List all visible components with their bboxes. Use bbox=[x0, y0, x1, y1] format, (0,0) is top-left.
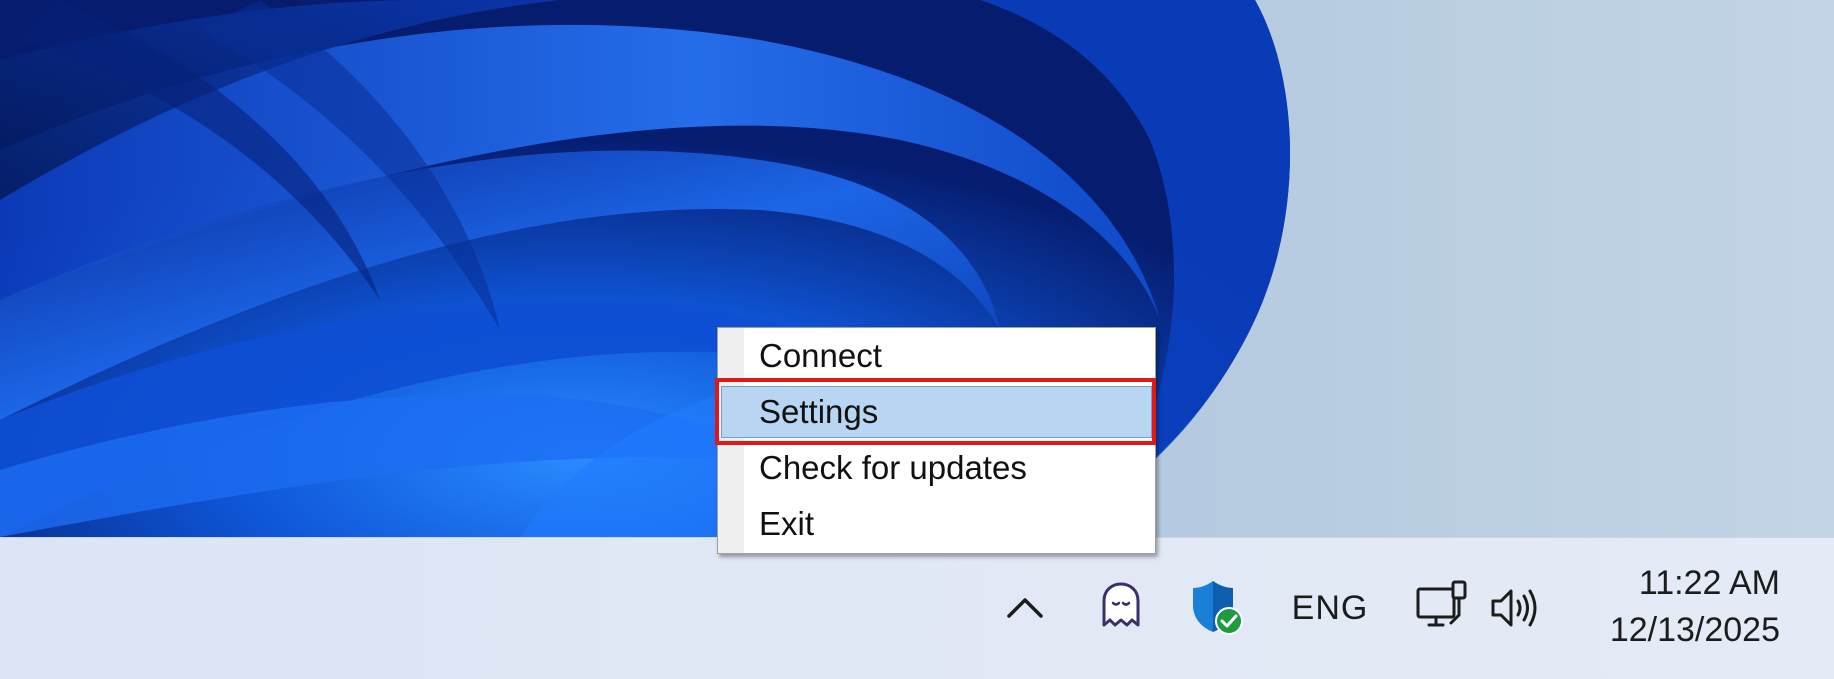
menu-item-settings[interactable]: Settings bbox=[718, 384, 1155, 440]
network-tray-button[interactable] bbox=[1414, 578, 1470, 634]
language-label: ENG bbox=[1291, 588, 1369, 627]
volume-tray-button[interactable] bbox=[1488, 584, 1544, 632]
tray-context-menu: Connect Settings Check for updates Exit bbox=[717, 327, 1156, 554]
menu-item-connect[interactable]: Connect bbox=[718, 328, 1155, 384]
taskbar-clock[interactable]: 11:22 AM 12/13/2025 bbox=[1580, 560, 1780, 660]
ghost-app-tray-button[interactable] bbox=[1096, 578, 1146, 634]
menu-item-label: Settings bbox=[759, 393, 879, 430]
windows-security-tray-button[interactable] bbox=[1188, 576, 1246, 638]
show-hidden-icons-button[interactable] bbox=[1002, 584, 1048, 630]
menu-item-label: Check for updates bbox=[759, 449, 1027, 486]
clock-time: 11:22 AM bbox=[1638, 564, 1780, 602]
taskbar bbox=[0, 537, 1834, 679]
chevron-up-icon bbox=[1007, 598, 1043, 618]
menu-item-label: Connect bbox=[759, 337, 882, 374]
menu-item-label: Exit bbox=[759, 505, 815, 542]
menu-item-exit[interactable]: Exit bbox=[718, 496, 1155, 552]
input-language-indicator[interactable]: ENG bbox=[1290, 588, 1370, 628]
menu-item-check-for-updates[interactable]: Check for updates bbox=[718, 440, 1155, 496]
shield-check-icon bbox=[1193, 581, 1243, 635]
clock-date: 12/13/2025 bbox=[1609, 611, 1780, 649]
ghost-icon bbox=[1102, 582, 1140, 627]
speaker-icon bbox=[1491, 589, 1537, 627]
wired-network-icon bbox=[1416, 580, 1467, 627]
